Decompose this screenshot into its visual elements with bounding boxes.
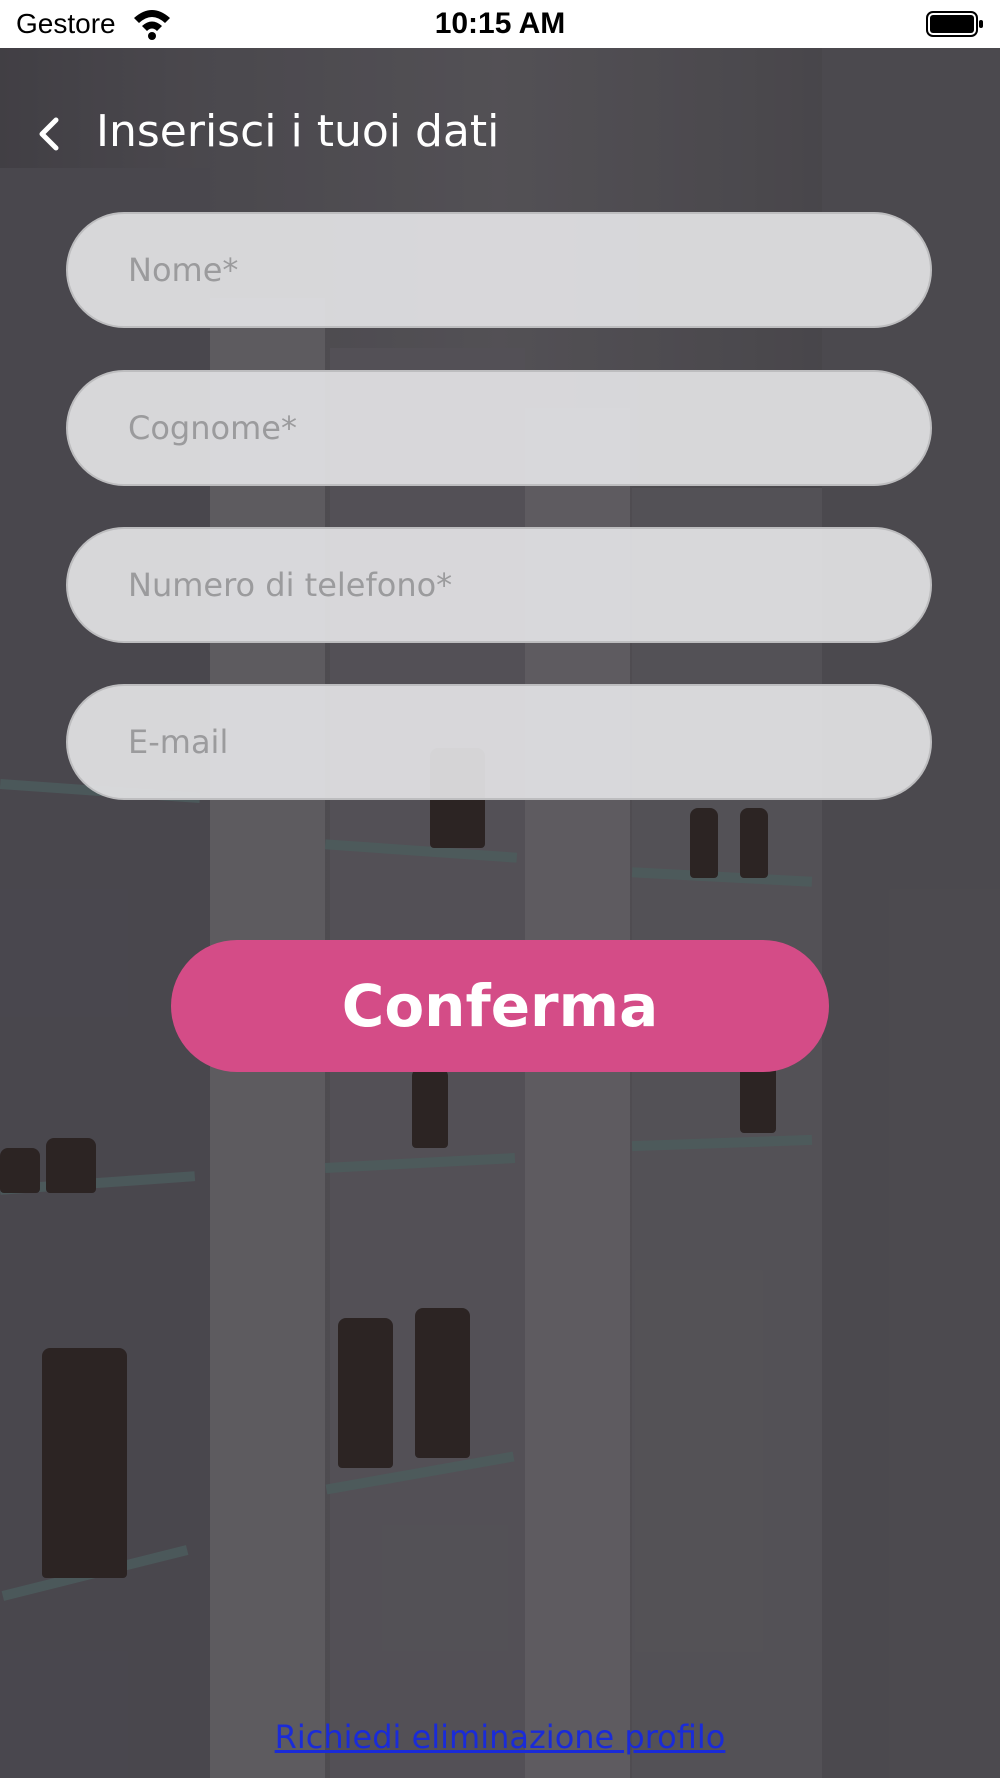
first-name-input[interactable] — [68, 214, 930, 326]
email-field[interactable] — [66, 684, 932, 800]
last-name-input[interactable] — [68, 372, 930, 484]
last-name-field[interactable] — [66, 370, 932, 486]
email-input[interactable] — [68, 686, 930, 798]
phone-field[interactable] — [66, 527, 932, 643]
status-time: 10:15 AM — [434, 7, 566, 40]
delete-profile-link[interactable]: Richiedi eliminazione profilo — [0, 1718, 1000, 1756]
back-button[interactable] — [30, 112, 70, 156]
battery-icon — [926, 11, 983, 37]
status-bar: Gestore 10:15 AM — [0, 0, 1000, 48]
confirm-button[interactable]: Conferma — [171, 940, 829, 1072]
chevron-left-icon — [39, 117, 59, 151]
page-title: Inserisci i tuoi dati — [96, 106, 500, 157]
first-name-field[interactable] — [66, 212, 932, 328]
phone-input[interactable] — [68, 529, 930, 641]
